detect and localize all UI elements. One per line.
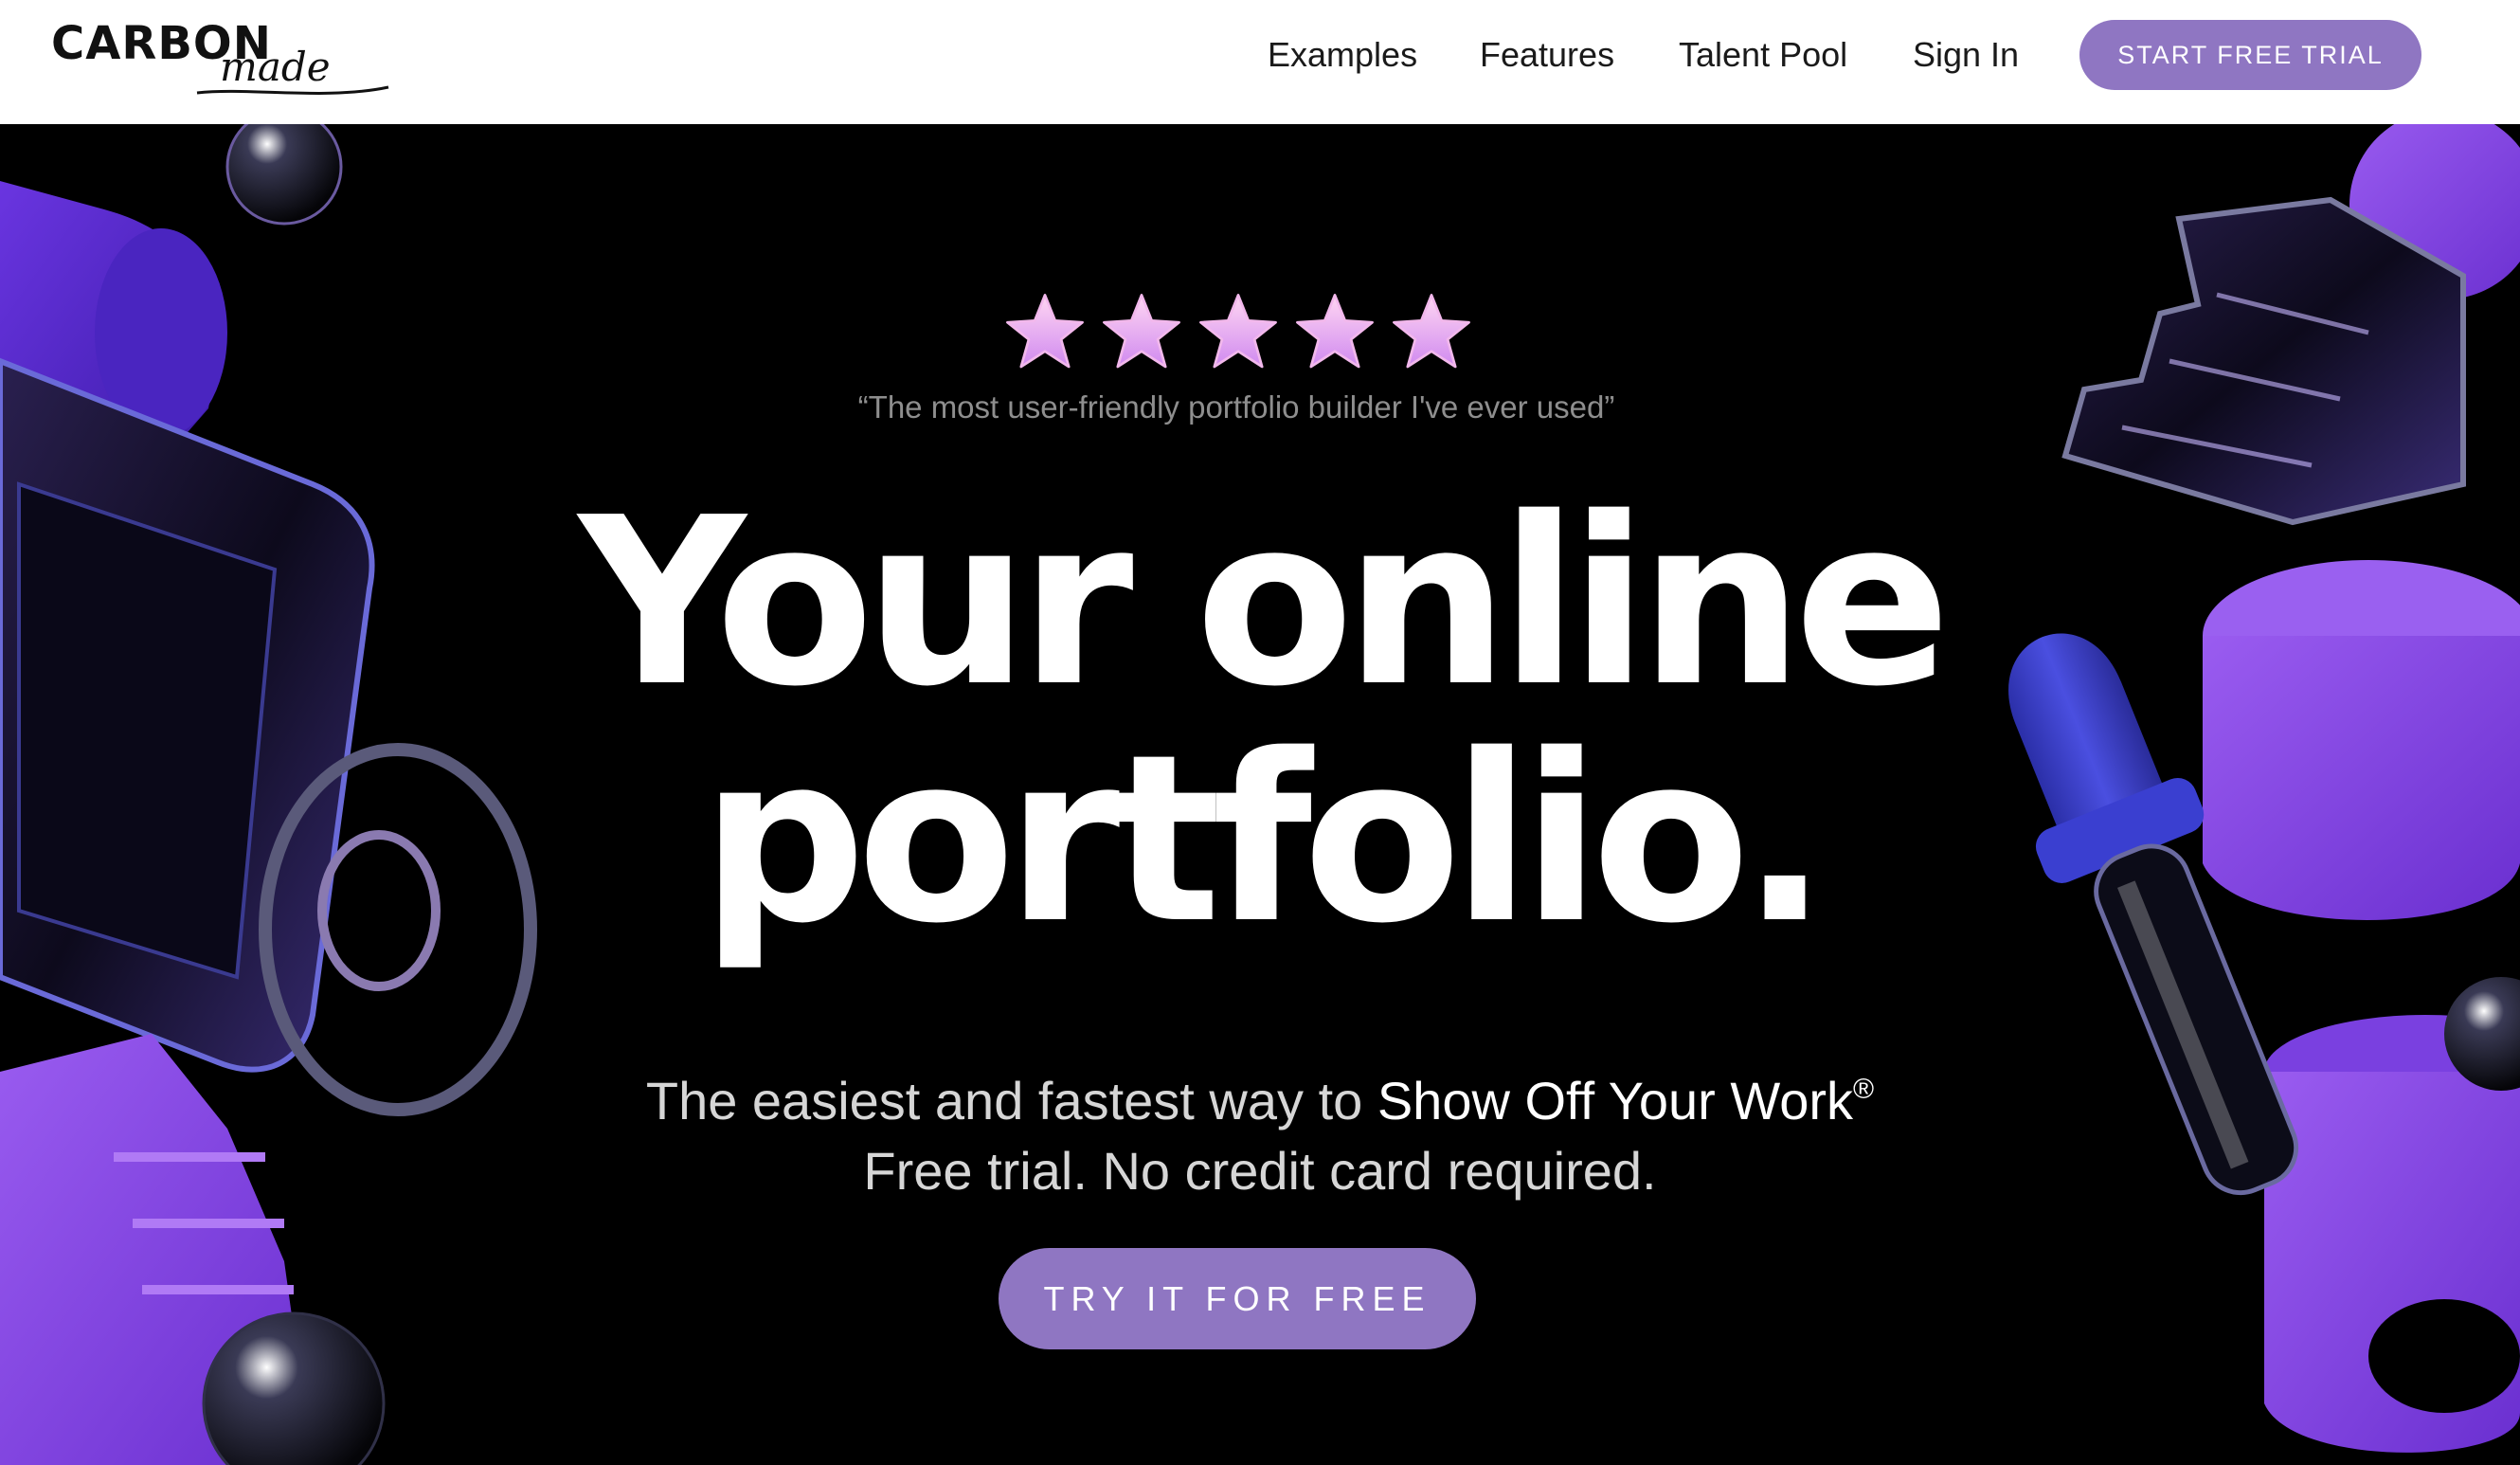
headline-line-2: portfolio. bbox=[700, 705, 1829, 974]
start-free-trial-button[interactable]: START FREE TRIAL bbox=[2079, 20, 2421, 90]
hero-section: “The most user-friendly portfolio builde… bbox=[0, 124, 2520, 1465]
star-icon bbox=[1296, 294, 1374, 369]
nav-link-examples[interactable]: Examples bbox=[1268, 32, 1417, 78]
star-icon bbox=[1393, 294, 1470, 369]
testimonial-quote: “The most user-friendly portfolio builde… bbox=[857, 389, 1615, 425]
rating-stars bbox=[1002, 290, 1476, 380]
nav-link-features[interactable]: Features bbox=[1480, 32, 1614, 78]
nav-link-sign-in[interactable]: Sign In bbox=[1913, 32, 2019, 78]
hero-subtext: The easiest and fastest way to Show Off … bbox=[407, 1055, 2113, 1206]
star-icon bbox=[1006, 294, 1084, 369]
logo-swash bbox=[196, 85, 389, 95]
nav-link-talent-pool[interactable]: Talent Pool bbox=[1679, 32, 1847, 78]
registered-mark: ® bbox=[1853, 1074, 1875, 1105]
carbonmade-logo[interactable]: CARBON made bbox=[51, 21, 389, 95]
hero-headline: Your online portfolio. bbox=[407, 484, 2113, 958]
top-navigation: CARBON made Examples Features Talent Poo… bbox=[0, 0, 2520, 124]
tagline: The easiest and fastest way to Show Off … bbox=[407, 1055, 2113, 1136]
try-it-for-free-button[interactable]: TRY IT FOR FREE bbox=[999, 1248, 1476, 1349]
star-icon bbox=[1199, 294, 1277, 369]
free-trial-note: Free trial. No credit card required. bbox=[863, 1141, 1657, 1201]
tagline-lead: The easiest and fastest way to bbox=[645, 1071, 1377, 1130]
tagline-emphasis: Show Off Your Work bbox=[1377, 1071, 1854, 1130]
star-icon bbox=[1103, 294, 1180, 369]
headline-line-1: Your online bbox=[578, 468, 1952, 737]
